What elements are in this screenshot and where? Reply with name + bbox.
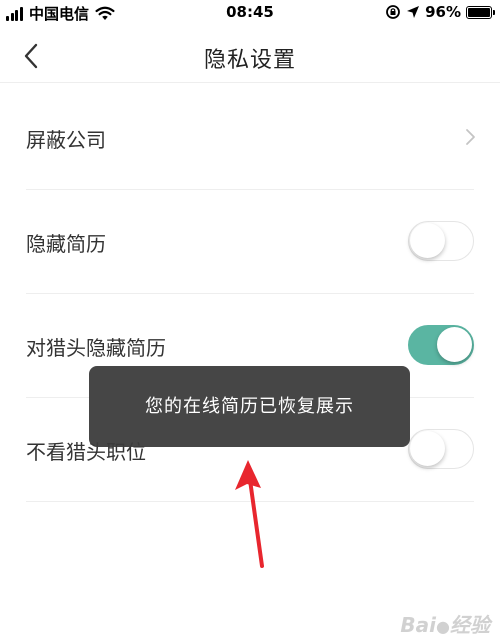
battery-icon bbox=[466, 5, 495, 19]
hide-resume-label: 隐藏简历 bbox=[26, 232, 106, 256]
hide-from-headhunter-toggle[interactable] bbox=[408, 325, 474, 365]
page-title: 隐私设置 bbox=[203, 48, 296, 73]
rotation-lock-icon bbox=[386, 5, 400, 19]
hide-headhunter-jobs-toggle[interactable] bbox=[408, 429, 474, 469]
settings-row-block-company[interactable]: 屏蔽公司 bbox=[0, 86, 500, 190]
chevron-right-icon bbox=[466, 129, 475, 145]
red-arrow-icon bbox=[235, 460, 264, 568]
location-icon bbox=[407, 6, 420, 18]
nav-bar: 隐私设置 bbox=[0, 30, 500, 83]
status-bar: 中国电信 08:45 96% bbox=[0, 0, 500, 26]
settings-row-hide-resume: 隐藏简历 bbox=[0, 190, 500, 294]
status-right: 96% bbox=[385, 3, 495, 21]
block-company-label: 屏蔽公司 bbox=[26, 128, 106, 152]
toggle-knob bbox=[410, 223, 445, 258]
baidu-watermark: Bai●经验 bbox=[400, 613, 490, 637]
hide-from-headhunter-label: 对猎头隐藏简历 bbox=[26, 336, 166, 360]
hide-resume-toggle[interactable] bbox=[408, 221, 474, 261]
toast-message: 您的在线简历已恢复展示 bbox=[89, 366, 410, 447]
toggle-knob bbox=[437, 327, 472, 362]
battery-fill bbox=[468, 7, 491, 17]
battery-percent: 96% bbox=[425, 3, 461, 21]
toggle-knob bbox=[410, 431, 445, 466]
